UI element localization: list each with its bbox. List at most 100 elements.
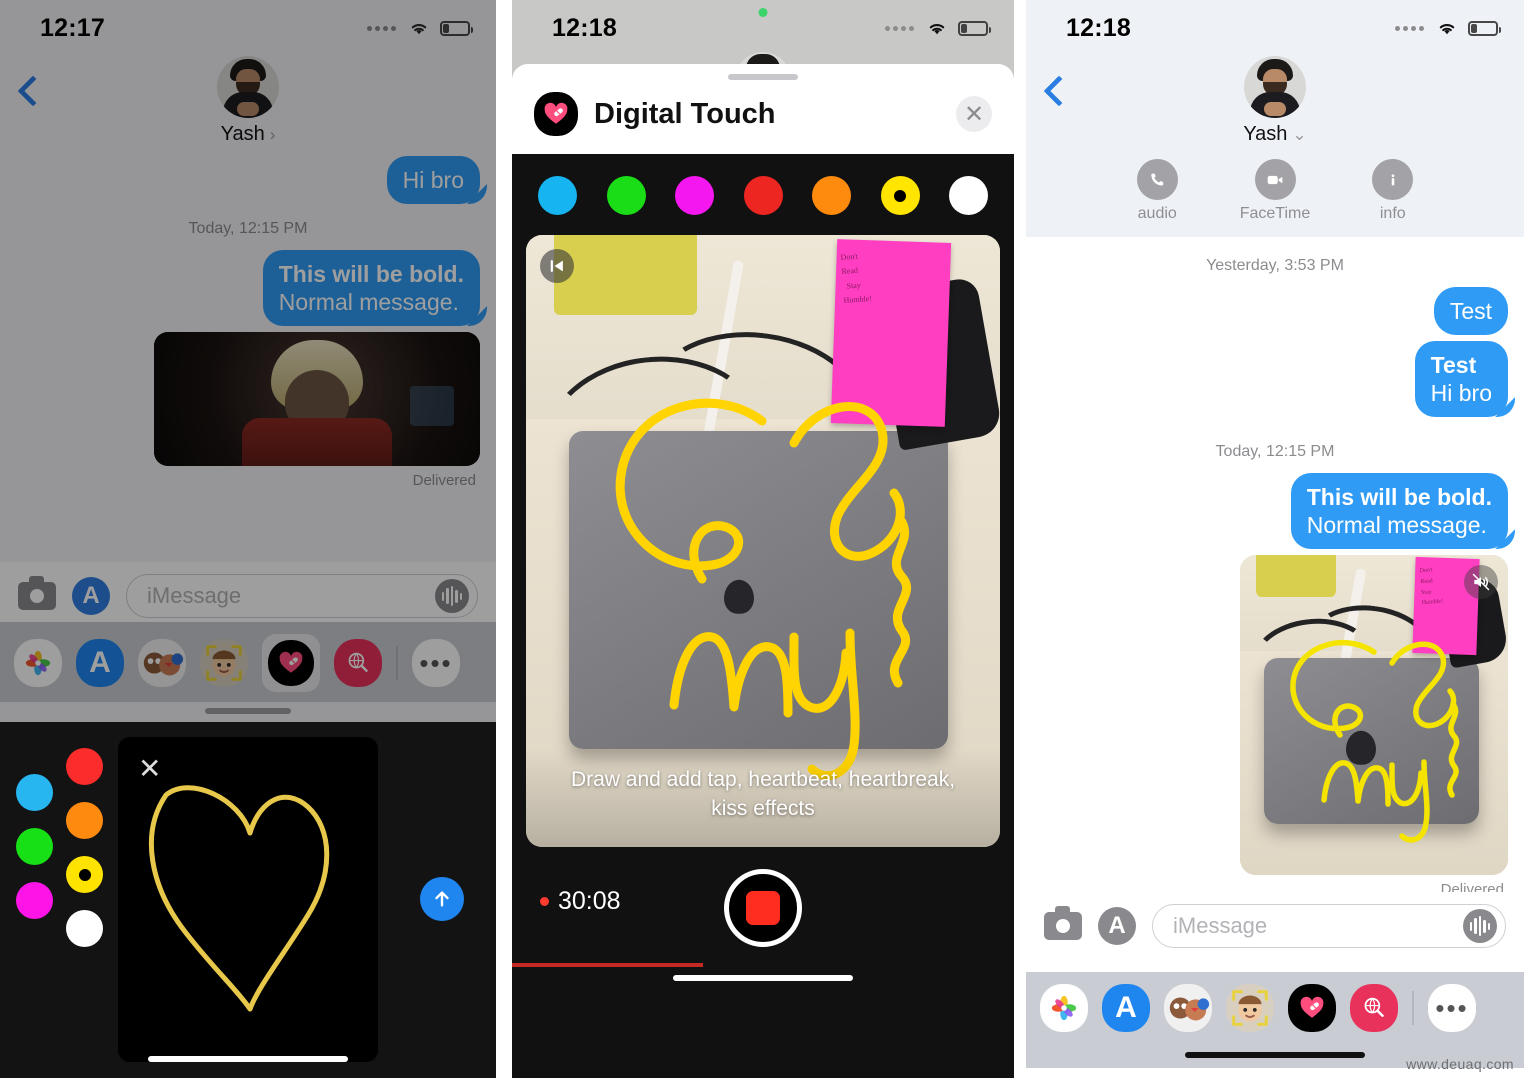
record-dot-icon bbox=[540, 897, 549, 906]
camera-icon[interactable] bbox=[1044, 906, 1082, 940]
color-palette bbox=[512, 154, 1014, 235]
app-icon-image-search[interactable] bbox=[1350, 984, 1398, 1032]
color-swatch-red[interactable] bbox=[743, 176, 783, 215]
app-icon-more[interactable]: ••• bbox=[1428, 984, 1476, 1032]
app-icon-app-store[interactable]: A bbox=[76, 639, 124, 687]
color-swatch-yellow-selected[interactable] bbox=[66, 856, 103, 893]
wifi-icon bbox=[411, 23, 427, 35]
message-input-bar: A iMessage bbox=[1026, 892, 1524, 960]
message-bubble[interactable]: Test Hi bro bbox=[1414, 341, 1508, 418]
bubble-normal-text: Normal message. bbox=[1306, 512, 1487, 539]
speaker-mute-icon[interactable] bbox=[1464, 565, 1498, 600]
color-swatch-white[interactable] bbox=[66, 910, 103, 947]
sheet-title: Digital Touch bbox=[594, 97, 776, 130]
digital-touch-canvas-panel: ✕ bbox=[0, 722, 496, 1078]
message-row: Test bbox=[1042, 287, 1508, 336]
recording-indicator-dot bbox=[758, 8, 768, 17]
header-action-audio[interactable]: audio bbox=[1136, 159, 1178, 223]
message-bubble[interactable]: Hi bro bbox=[386, 156, 480, 205]
color-swatch-green[interactable] bbox=[606, 176, 646, 215]
message-bubble[interactable]: This will be bold. Normal message. bbox=[262, 250, 480, 327]
color-swatch-blue[interactable] bbox=[538, 176, 577, 215]
drawer-divider bbox=[1412, 991, 1414, 1025]
rewind-to-start-icon[interactable] bbox=[540, 249, 574, 283]
day-stamp: Today, 12:15 PM bbox=[188, 220, 308, 238]
app-icon-image-search[interactable] bbox=[334, 639, 382, 687]
sheet-header: Digital Touch ✕ bbox=[512, 80, 1014, 154]
send-arrow-up-icon[interactable] bbox=[420, 877, 464, 921]
message-row: Hi bro bbox=[16, 156, 480, 205]
contact-name[interactable]: Yash ⌄ bbox=[1243, 123, 1306, 146]
header-action-audio-label: audio bbox=[1137, 205, 1177, 222]
day-stamp: Today, 12:15 PM bbox=[1215, 443, 1335, 461]
bubble-normal-text: Normal message. bbox=[278, 289, 459, 316]
message-input[interactable]: iMessage bbox=[1152, 904, 1506, 948]
app-icon-memoji-stickers[interactable] bbox=[138, 639, 186, 687]
media-message-row bbox=[16, 332, 480, 467]
drawer-divider bbox=[396, 646, 398, 680]
color-swatch-magenta[interactable] bbox=[675, 176, 714, 215]
bubble-bold-text: This will be bold. bbox=[278, 261, 464, 288]
day-stamp: Yesterday, 3:53 PM bbox=[1206, 257, 1344, 274]
app-icon-digital-touch-selected[interactable] bbox=[262, 634, 320, 692]
message-input-bar: A iMessage bbox=[0, 562, 496, 630]
message-list: Hi bro Today, 12:15 PM This will be bold… bbox=[0, 154, 496, 489]
color-swatch-yellow-selected[interactable] bbox=[880, 176, 920, 215]
wifi-icon bbox=[1439, 23, 1455, 35]
app-store-icon[interactable]: A bbox=[72, 577, 117, 615]
camera-icon[interactable] bbox=[18, 576, 56, 610]
color-swatch-orange[interactable] bbox=[66, 802, 103, 839]
status-icons bbox=[885, 19, 991, 37]
app-drawer: A ••• bbox=[1026, 972, 1524, 1042]
message-row: Test Hi bro bbox=[1042, 341, 1508, 418]
color-swatch-red[interactable] bbox=[66, 748, 103, 785]
app-icon-animoji[interactable] bbox=[1226, 984, 1274, 1032]
app-icon-app-store[interactable]: A bbox=[1102, 984, 1150, 1032]
app-icon-photos[interactable] bbox=[1040, 984, 1088, 1032]
message-bubble[interactable]: Test bbox=[1433, 287, 1508, 336]
conversation-header: Yash ⌄ audio FaceTime info bbox=[1026, 56, 1524, 237]
avatar[interactable] bbox=[1244, 56, 1306, 118]
color-swatch-white[interactable] bbox=[949, 176, 988, 215]
app-icon-digital-touch[interactable] bbox=[1288, 984, 1336, 1032]
app-icon-more[interactable]: ••• bbox=[412, 639, 460, 687]
app-icon-photos[interactable] bbox=[14, 639, 62, 687]
wifi-icon bbox=[929, 23, 945, 35]
chevron-down-icon: ⌄ bbox=[1292, 125, 1307, 144]
recording-controls: 30:08 bbox=[512, 847, 1014, 967]
battery-icon bbox=[1468, 20, 1501, 36]
color-swatch-blue[interactable] bbox=[16, 774, 53, 811]
app-store-icon[interactable]: A bbox=[1098, 907, 1143, 945]
status-time: 12:18 bbox=[552, 13, 617, 42]
app-icon-memoji-stickers[interactable] bbox=[1164, 984, 1212, 1032]
color-swatch-magenta[interactable] bbox=[16, 882, 53, 919]
message-bubble[interactable]: This will be bold. Normal message. bbox=[1290, 473, 1508, 550]
message-input-placeholder: iMessage bbox=[147, 583, 242, 608]
contact-name[interactable]: Yash › bbox=[221, 123, 276, 146]
delivery-status: Delivered bbox=[412, 472, 476, 490]
audio-waveform-icon[interactable] bbox=[435, 579, 469, 613]
color-swatch-green[interactable] bbox=[16, 828, 53, 865]
header-action-facetime[interactable]: FaceTime bbox=[1240, 159, 1310, 223]
bubble-bold-text: This will be bold. bbox=[1306, 484, 1492, 511]
digital-touch-viewfinder[interactable]: Don't Read Stay Humble! Draw and add tap… bbox=[526, 235, 1000, 847]
audio-waveform-icon[interactable] bbox=[1463, 909, 1497, 943]
header-action-info[interactable]: info bbox=[1372, 159, 1414, 223]
message-input[interactable]: iMessage bbox=[126, 574, 478, 618]
status-icons bbox=[367, 19, 473, 37]
watermark: www.deuaq.com bbox=[1406, 1056, 1514, 1072]
app-drawer: A ••• bbox=[0, 622, 496, 702]
avatar[interactable] bbox=[217, 56, 279, 118]
digital-touch-video-message[interactable]: Don't Read Stay Humble! bbox=[1240, 555, 1508, 876]
stop-record-button[interactable] bbox=[724, 869, 802, 947]
battery-icon bbox=[440, 20, 473, 36]
video-attachment[interactable] bbox=[154, 332, 480, 467]
color-swatch-orange[interactable] bbox=[812, 176, 851, 215]
digital-touch-drawing-board[interactable]: ✕ bbox=[118, 737, 378, 1062]
drawer-handle[interactable] bbox=[0, 700, 496, 722]
signal-dots-icon bbox=[367, 25, 396, 31]
app-icon-animoji[interactable] bbox=[200, 639, 248, 687]
phone-panel-2: 12:18 Digital Touch ✕ Don't Read Stay Hu… bbox=[512, 0, 1014, 1078]
recording-timer: 30:08 bbox=[540, 887, 621, 916]
close-x-icon[interactable]: ✕ bbox=[956, 96, 992, 132]
